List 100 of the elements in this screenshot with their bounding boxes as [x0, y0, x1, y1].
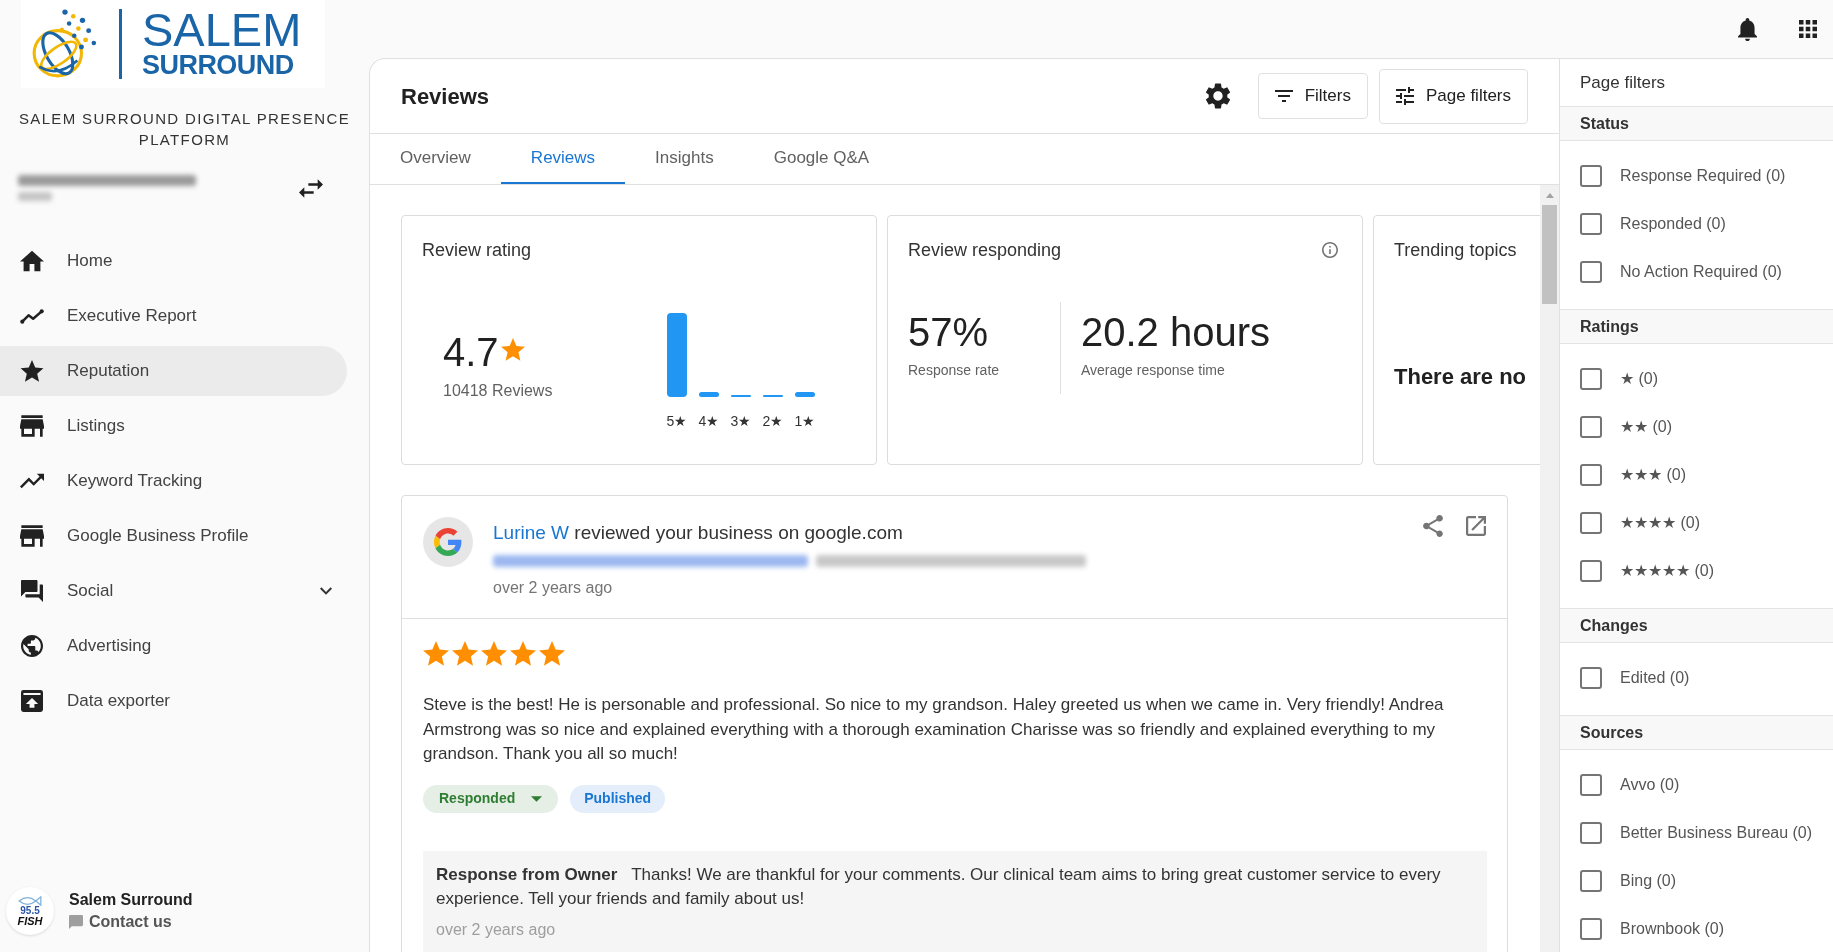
status-badge: Published	[570, 784, 666, 813]
review-headline: Lurine W reviewed your business on google.com	[493, 521, 903, 545]
storefront-icon	[20, 415, 44, 437]
redacted-text-drawing	[18, 192, 52, 201]
filter-option[interactable]: ★★★★★ (0)	[1560, 547, 1833, 595]
filter-option[interactable]: Brownbook (0)	[1560, 905, 1833, 952]
chat-bubbles-icon	[20, 580, 44, 602]
home-icon	[20, 250, 44, 272]
toolbar-button[interactable]: Filters	[1257, 73, 1368, 119]
checkbox[interactable]	[1580, 822, 1602, 844]
filter-option[interactable]: Avvo (0)	[1560, 761, 1833, 809]
open-in-new-icon[interactable]	[1466, 516, 1486, 536]
nav-item[interactable]: Advertising	[0, 621, 347, 671]
panel-title: Page filters	[1579, 71, 1667, 94]
metric-label: Response rate	[908, 361, 1000, 379]
empty-message: There are no	[1394, 363, 1527, 391]
filter-option[interactable]: Bing (0)	[1560, 857, 1833, 905]
review-count: 10418 Reviews	[443, 381, 553, 401]
checkbox[interactable]	[1580, 560, 1602, 582]
tab[interactable]: Google Q&A	[743, 134, 900, 184]
filter-option[interactable]: ★ (0)	[1560, 355, 1833, 403]
account-name: Salem Surround	[69, 890, 193, 910]
avatar-text: FISH	[17, 915, 43, 927]
filter-option[interactable]: Responded (0)	[1560, 200, 1833, 248]
globe-logo-icon	[31, 8, 99, 80]
checkbox[interactable]	[1580, 261, 1602, 283]
filter-section-heading: Status	[1560, 106, 1833, 141]
platform-tagline: SALEM SURROUND DIGITAL PRESENCE PLATFORM	[17, 109, 352, 150]
nav-item[interactable]: Reputation	[0, 346, 347, 396]
nav-item[interactable]: Executive Report	[0, 291, 347, 341]
metric-value: 20.2 hours	[1081, 309, 1271, 355]
filter-option[interactable]: No Action Required (0)	[1560, 248, 1833, 296]
nav-item[interactable]: Social	[0, 566, 347, 616]
apps-grid-icon[interactable]	[1799, 20, 1817, 38]
bar-label: 2★	[763, 412, 783, 430]
filter-option[interactable]: Edited (0)	[1560, 654, 1833, 702]
filter-option[interactable]: ★★ (0)	[1560, 403, 1833, 451]
star-icon	[500, 337, 525, 361]
checkbox[interactable]	[1580, 416, 1602, 438]
bar-label: 3★	[731, 412, 751, 430]
checkbox[interactable]	[1580, 918, 1602, 940]
reviewer-link[interactable]: Lurine W	[493, 522, 570, 543]
checkbox[interactable]	[1580, 464, 1602, 486]
checkbox[interactable]	[1580, 165, 1602, 187]
tab[interactable]: Overview	[370, 134, 501, 184]
avatar-text: 95.5	[20, 905, 40, 916]
sliders-icon	[1395, 87, 1414, 105]
chat-bubble-icon	[69, 915, 83, 929]
g-logo-icon	[423, 517, 473, 567]
logo-subtitle: SURROUND	[142, 51, 294, 79]
status-badge[interactable]: Responded	[423, 784, 559, 813]
toolbar-button[interactable]: Page filters	[1378, 68, 1528, 124]
line-chart-icon	[20, 308, 44, 324]
filter-option[interactable]: Better Business Bureau (0)	[1560, 809, 1833, 857]
card-title: Review rating	[422, 239, 532, 262]
nav-item[interactable]: Data exporter	[0, 676, 347, 726]
card-title: Review responding	[908, 239, 1062, 262]
checkbox[interactable]	[1580, 213, 1602, 235]
nav-item[interactable]: Listings	[0, 401, 347, 451]
info-icon[interactable]	[1322, 242, 1338, 258]
filter-lines-icon	[1274, 90, 1293, 102]
rating-bar	[699, 392, 719, 397]
checkbox[interactable]	[1580, 368, 1602, 390]
bar-label: 1★	[795, 412, 815, 430]
page-title: Reviews	[401, 82, 490, 111]
chevron-down-icon[interactable]	[320, 587, 332, 595]
settings-icon[interactable]	[1205, 83, 1230, 109]
checkbox[interactable]	[1580, 870, 1602, 892]
swap-icon[interactable]	[299, 178, 323, 198]
owner-response: Response from Owner Thanks! We are thankful for your comments. Our clinical team aims to bring great customer service to every experience. Tell your friends and family about us!	[436, 863, 1442, 910]
share-icon[interactable]	[1423, 515, 1443, 537]
bar-label: 5★	[667, 412, 687, 430]
response-time: over 2 years ago	[436, 919, 556, 940]
star-icon	[539, 641, 565, 666]
card-title: Trending topics	[1394, 239, 1517, 262]
rating-bar	[795, 392, 815, 397]
tab[interactable]: Reviews	[500, 134, 626, 184]
filter-section-heading: Sources	[1560, 715, 1833, 750]
checkbox[interactable]	[1580, 774, 1602, 796]
filter-option[interactable]: ★★★★ (0)	[1560, 499, 1833, 547]
scrollbar-thumb[interactable]	[1542, 205, 1557, 304]
review-time: over 2 years ago	[493, 578, 613, 598]
star-icon	[20, 360, 44, 382]
fish-outline-icon	[17, 895, 43, 906]
checkbox[interactable]	[1580, 512, 1602, 534]
nav-item[interactable]: Keyword Tracking	[0, 456, 347, 506]
upload-box-icon	[20, 690, 44, 712]
filter-option[interactable]: Response Required (0)	[1560, 152, 1833, 200]
checkbox[interactable]	[1580, 667, 1602, 689]
filter-section-heading: Ratings	[1560, 309, 1833, 344]
star-icon	[423, 641, 449, 666]
contact-link[interactable]: Contact us	[69, 911, 172, 933]
globe-icon	[20, 635, 44, 657]
nav-item[interactable]: Google Business Profile	[0, 511, 347, 561]
nav-item[interactable]: Home	[0, 236, 347, 286]
notifications-bell-icon[interactable]	[1738, 17, 1757, 41]
filter-option[interactable]: ★★★ (0)	[1560, 451, 1833, 499]
metric-value: 57%	[908, 309, 989, 355]
star-icon	[481, 641, 507, 666]
tab[interactable]: Insights	[625, 134, 744, 184]
